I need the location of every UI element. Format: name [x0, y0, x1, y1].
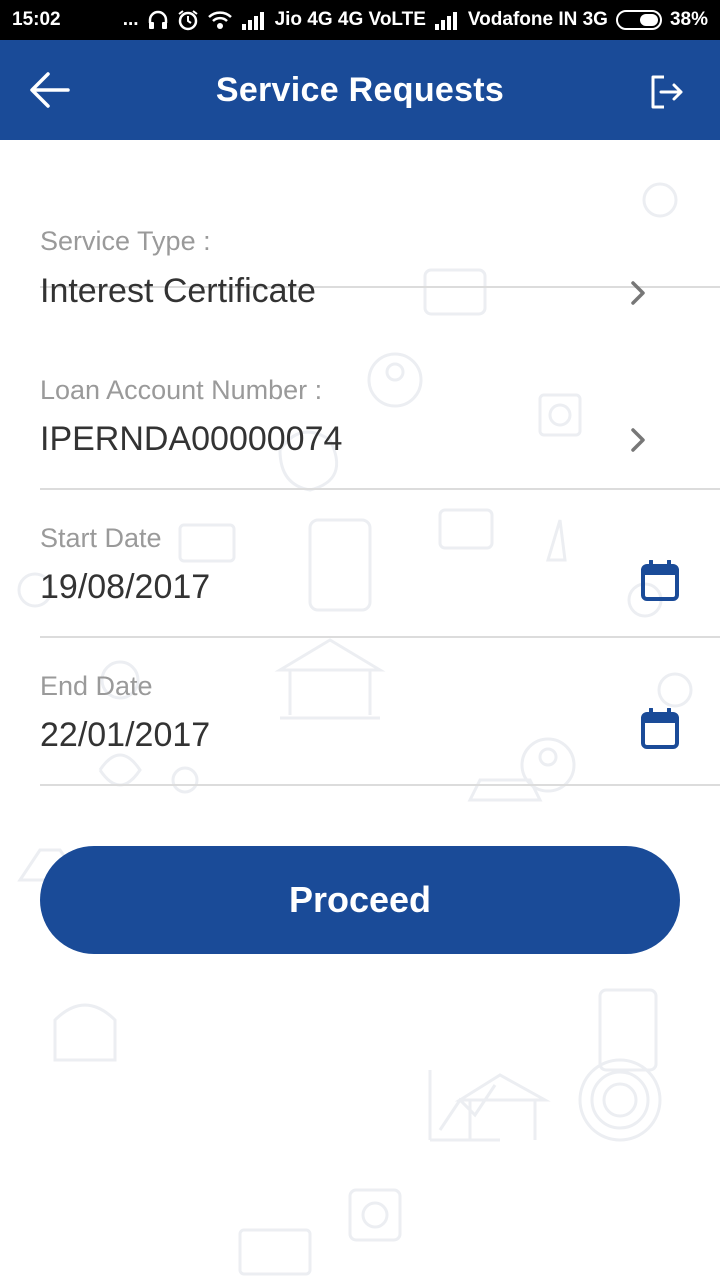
battery-icon [615, 10, 662, 30]
proceed-button[interactable]: Proceed [40, 846, 680, 954]
status-icons: ... Jio 4G 4G VoLTE Vodafone IN 3G 38% [123, 9, 708, 31]
carrier-2: Vodafone IN 3G [467, 9, 608, 30]
calendar-icon[interactable] [640, 707, 680, 750]
status-time: 15:02 [12, 9, 61, 30]
carrier-1: Jio 4G 4G VoLTE [274, 9, 426, 30]
headset-icon [147, 9, 169, 31]
end-date-label: End Date [40, 671, 153, 701]
notification-dots: ... [122, 9, 139, 30]
end-date-field[interactable]: End Date 22/01/2017 [40, 140, 720, 786]
signal-icon [241, 10, 267, 30]
status-bar: 15:02 ... Jio 4G 4G VoLTE Vodafone IN 3G… [0, 0, 720, 40]
wifi-icon [207, 9, 233, 31]
battery-percent: 38% [669, 9, 708, 30]
signal-icon [434, 10, 460, 30]
page-title: Service Requests [215, 70, 505, 109]
arrow-left-icon[interactable] [28, 70, 72, 110]
app-bar: Service Requests [0, 40, 720, 140]
end-date-value: 22/01/2017 [40, 716, 211, 754]
logout-icon[interactable] [650, 74, 684, 110]
alarm-icon [177, 9, 199, 31]
